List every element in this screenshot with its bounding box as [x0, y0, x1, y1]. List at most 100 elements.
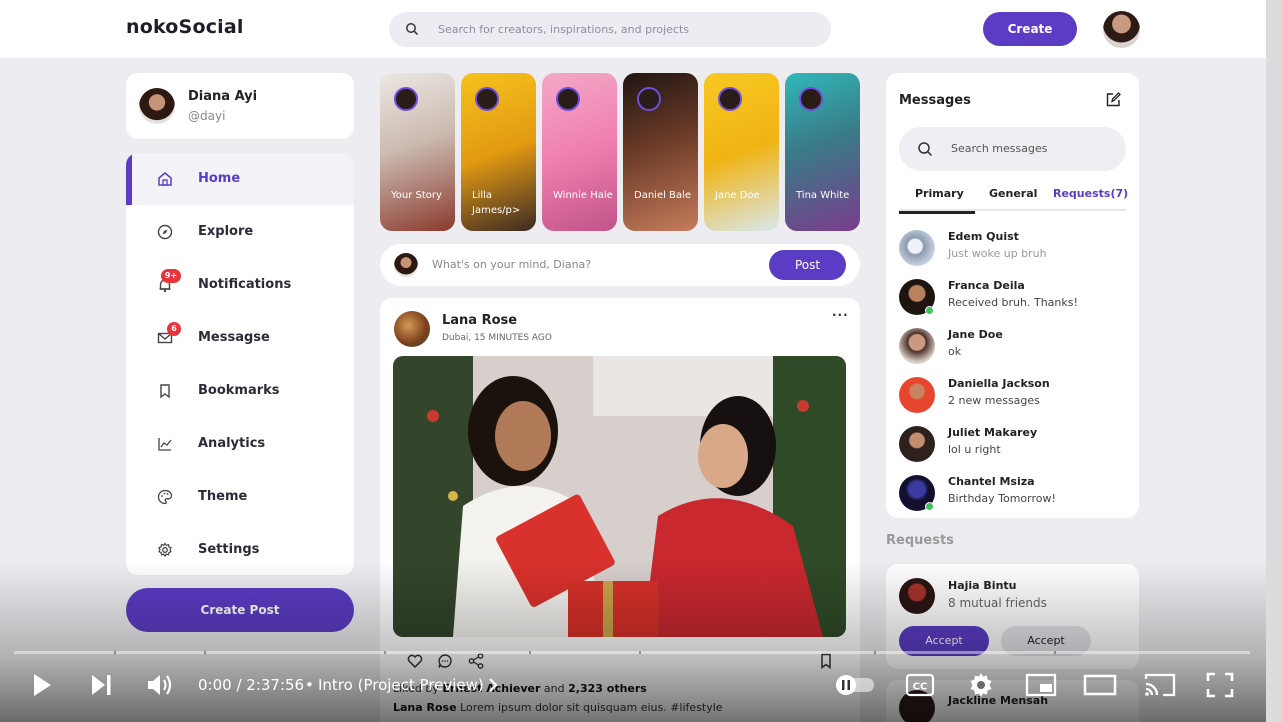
sidebar-item-explore[interactable]: Explore	[126, 206, 354, 258]
messages-panel: Messages Search messages Primary General…	[886, 73, 1139, 518]
heart-icon[interactable]	[406, 652, 424, 670]
post-button[interactable]: Post	[769, 250, 846, 280]
chevron-right-icon[interactable]	[488, 677, 498, 693]
story-card[interactable]: Lilla James/p>	[461, 73, 536, 231]
online-indicator	[925, 306, 934, 315]
palette-icon	[157, 489, 173, 505]
chart-icon	[158, 438, 172, 451]
message-avatar	[899, 328, 935, 364]
comment-icon[interactable]	[436, 652, 454, 670]
chapter-marker	[114, 651, 116, 654]
sidebar: Home Explore 9+ Notifications 6 Messagse…	[126, 153, 354, 575]
profile-card[interactable]: Diana Ayi @dayi	[126, 73, 354, 139]
sidebar-item-label: Theme	[198, 489, 248, 504]
post-actions	[406, 652, 836, 672]
time-display: 0:00 / 2:37:56	[198, 676, 305, 694]
story-avatar	[394, 87, 418, 111]
play-icon[interactable]	[30, 672, 54, 698]
story-card[interactable]: Jane Doe	[704, 73, 779, 231]
story-name: Tina White	[796, 190, 850, 201]
bookmark-icon	[160, 384, 170, 399]
sidebar-item-label: Bookmarks	[198, 383, 280, 398]
messages-title: Messages	[899, 93, 971, 108]
app-logo[interactable]: nokoSocial	[126, 16, 244, 38]
story-name: Lilla James/p>	[472, 190, 521, 216]
sidebar-item-label: Home	[198, 171, 241, 186]
message-item[interactable]: Juliet Makarey lol u right	[899, 423, 1129, 469]
fullscreen-icon[interactable]	[1205, 671, 1235, 699]
tab-general[interactable]: General	[989, 187, 1037, 200]
story-avatar	[475, 87, 499, 111]
story-card[interactable]: Daniel Bale	[623, 73, 698, 231]
sidebar-item-home[interactable]: Home	[126, 153, 354, 205]
edit-icon[interactable]	[1104, 91, 1122, 109]
miniplayer-icon[interactable]	[1025, 673, 1057, 697]
message-preview: Just woke up bruh	[948, 247, 1047, 260]
message-sender: Chantel Msiza	[948, 475, 1035, 488]
sidebar-item-label: Notifications	[198, 277, 292, 292]
tab-primary[interactable]: Primary	[899, 187, 975, 214]
message-item[interactable]: Edem Quist Just woke up bruh	[899, 227, 1129, 273]
tab-requests[interactable]: Requests(7)	[1053, 187, 1128, 200]
message-avatar	[899, 230, 935, 266]
sidebar-item-label: Messagse	[198, 330, 270, 345]
app-frame: nokoSocial Search for creators, inspirat…	[0, 0, 1266, 722]
volume-icon[interactable]	[146, 672, 174, 698]
sidebar-item-theme[interactable]: Theme	[126, 471, 354, 523]
post-image[interactable]	[393, 356, 846, 637]
share-icon[interactable]	[467, 652, 485, 670]
chapter-marker	[384, 651, 386, 654]
sidebar-item-notifications[interactable]: 9+ Notifications	[126, 259, 354, 311]
chapter-separator: •	[305, 676, 314, 694]
post-location: Dubai, 15 MINUTES AGO	[442, 333, 552, 343]
message-item[interactable]: Jane Doe ok	[899, 325, 1129, 371]
autoplay-toggle[interactable]	[834, 675, 876, 695]
create-button[interactable]: Create	[983, 12, 1077, 46]
message-search-input[interactable]: Search messages	[899, 127, 1126, 171]
search-icon	[918, 142, 933, 157]
story-card[interactable]: Tina White	[785, 73, 860, 231]
post-author-name[interactable]: Lana Rose	[442, 313, 517, 328]
theater-mode-icon[interactable]	[1083, 673, 1117, 697]
user-avatar[interactable]	[1103, 11, 1140, 48]
compass-icon	[157, 224, 173, 240]
sidebar-item-settings[interactable]: Settings	[126, 524, 354, 575]
message-sender: Juliet Makarey	[948, 426, 1038, 439]
home-icon	[158, 172, 172, 186]
message-sender: Daniella Jackson	[948, 377, 1050, 390]
sidebar-item-label: Analytics	[198, 436, 266, 451]
chapter-marker	[1054, 651, 1056, 654]
next-icon[interactable]	[89, 673, 113, 697]
message-search-placeholder: Search messages	[951, 142, 1048, 155]
message-avatar	[899, 426, 935, 462]
captions-icon[interactable]: CC	[905, 673, 935, 697]
message-item[interactable]: Franca Deila Received bruh. Thanks!	[899, 276, 1129, 322]
chapter-title[interactable]: Intro (Project Preview)	[318, 676, 484, 694]
chapter-marker	[529, 651, 531, 654]
sidebar-item-bookmarks[interactable]: Bookmarks	[126, 365, 354, 417]
post-caption: Lana Rose Lorem ipsum dolor sit quisquam…	[393, 701, 723, 714]
cast-icon[interactable]	[1143, 671, 1177, 699]
story-card[interactable]: Winnie Hale	[542, 73, 617, 231]
sidebar-item-analytics[interactable]: Analytics	[126, 418, 354, 470]
profile-avatar	[139, 88, 175, 124]
request-name: Hajia Bintu	[948, 579, 1017, 592]
message-item[interactable]: Daniella Jackson 2 new messages	[899, 374, 1129, 420]
bookmark-icon[interactable]	[817, 652, 835, 670]
more-options-icon[interactable]: ···	[832, 308, 849, 322]
search-bar[interactable]: Search for creators, inspirations, and p…	[389, 12, 831, 47]
compose-input[interactable]: What's on your mind, Diana?	[432, 258, 591, 271]
story-card[interactable]: Your Story	[380, 73, 455, 231]
top-navbar: nokoSocial Search for creators, inspirat…	[0, 0, 1266, 58]
sidebar-item-label: Explore	[198, 224, 254, 239]
window-scrollbar[interactable]	[1266, 0, 1282, 722]
sidebar-item-messages[interactable]: 6 Messagse	[126, 312, 354, 364]
sidebar-item-label: Settings	[198, 542, 260, 557]
message-preview: 2 new messages	[948, 394, 1040, 407]
compose-box: What's on your mind, Diana? Post	[380, 244, 860, 286]
message-item[interactable]: Chantel Msiza Birthday Tomorrow!	[899, 472, 1129, 518]
post-author-avatar[interactable]	[394, 311, 430, 347]
settings-gear-icon[interactable]	[967, 671, 995, 699]
progress-bar[interactable]	[14, 651, 1250, 654]
create-post-button[interactable]: Create Post	[126, 588, 354, 632]
